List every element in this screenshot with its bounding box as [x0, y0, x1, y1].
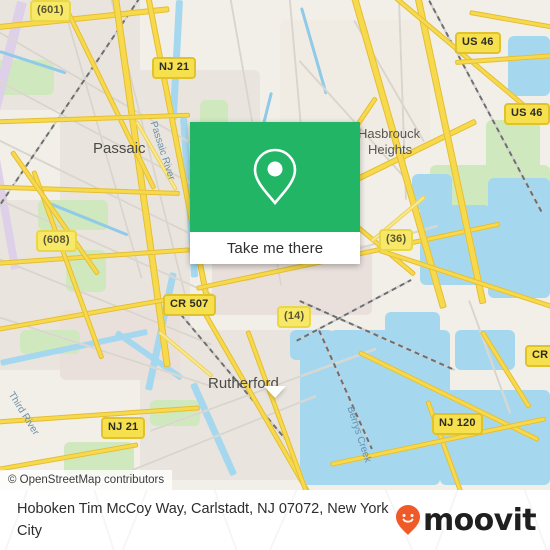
water-body	[508, 36, 550, 96]
route-shield: CR 507	[163, 294, 216, 316]
route-shield: (601)	[30, 0, 71, 22]
water-body	[290, 330, 334, 360]
take-me-there-label: Take me there	[226, 239, 324, 257]
map-canvas[interactable]: (601) NJ 21 US 46 US 46 (608) CR 507 (14) (36) N…	[0, 0, 550, 490]
route-shield: (36)	[379, 229, 414, 251]
location-pin-icon	[253, 148, 297, 206]
water-body	[385, 312, 440, 352]
moovit-wordmark: moovit	[422, 502, 537, 538]
route-shield: US 46	[504, 103, 550, 125]
osm-attribution[interactable]: © OpenStreetMap contributors	[0, 470, 173, 490]
route-shield: NJ 120	[432, 413, 483, 435]
map-screenshot: (601) NJ 21 US 46 US 46 (608) CR 507 (14) (36) N…	[0, 0, 550, 550]
callout-pin-area	[190, 122, 360, 232]
place-label: Heights	[368, 142, 413, 157]
moovit-smiley-pin-icon	[395, 504, 421, 536]
footer-bar: Hoboken Tim McCoy Way, Carlstadt, NJ 070…	[0, 490, 550, 550]
moovit-logo[interactable]: moovit	[395, 503, 550, 538]
route-shield: CR	[525, 345, 550, 367]
route-shield: (14)	[277, 306, 312, 328]
route-shield: US 46	[455, 32, 501, 54]
callout-tail	[264, 386, 286, 398]
place-label: Passaic	[93, 140, 146, 157]
route-shield: NJ 21	[101, 417, 146, 439]
osm-attribution-text: © OpenStreetMap contributors	[8, 474, 165, 486]
route-shield: NJ 21	[152, 57, 197, 79]
route-shield: (608)	[36, 230, 77, 252]
address-label: Hoboken Tim McCoy Way, Carlstadt, NJ 070…	[17, 501, 389, 539]
location-callout-card[interactable]: Take me there	[190, 122, 360, 398]
water-body	[488, 178, 550, 298]
place-label: Hasbrouck	[358, 126, 421, 141]
take-me-there-button[interactable]: Take me there	[190, 232, 360, 264]
